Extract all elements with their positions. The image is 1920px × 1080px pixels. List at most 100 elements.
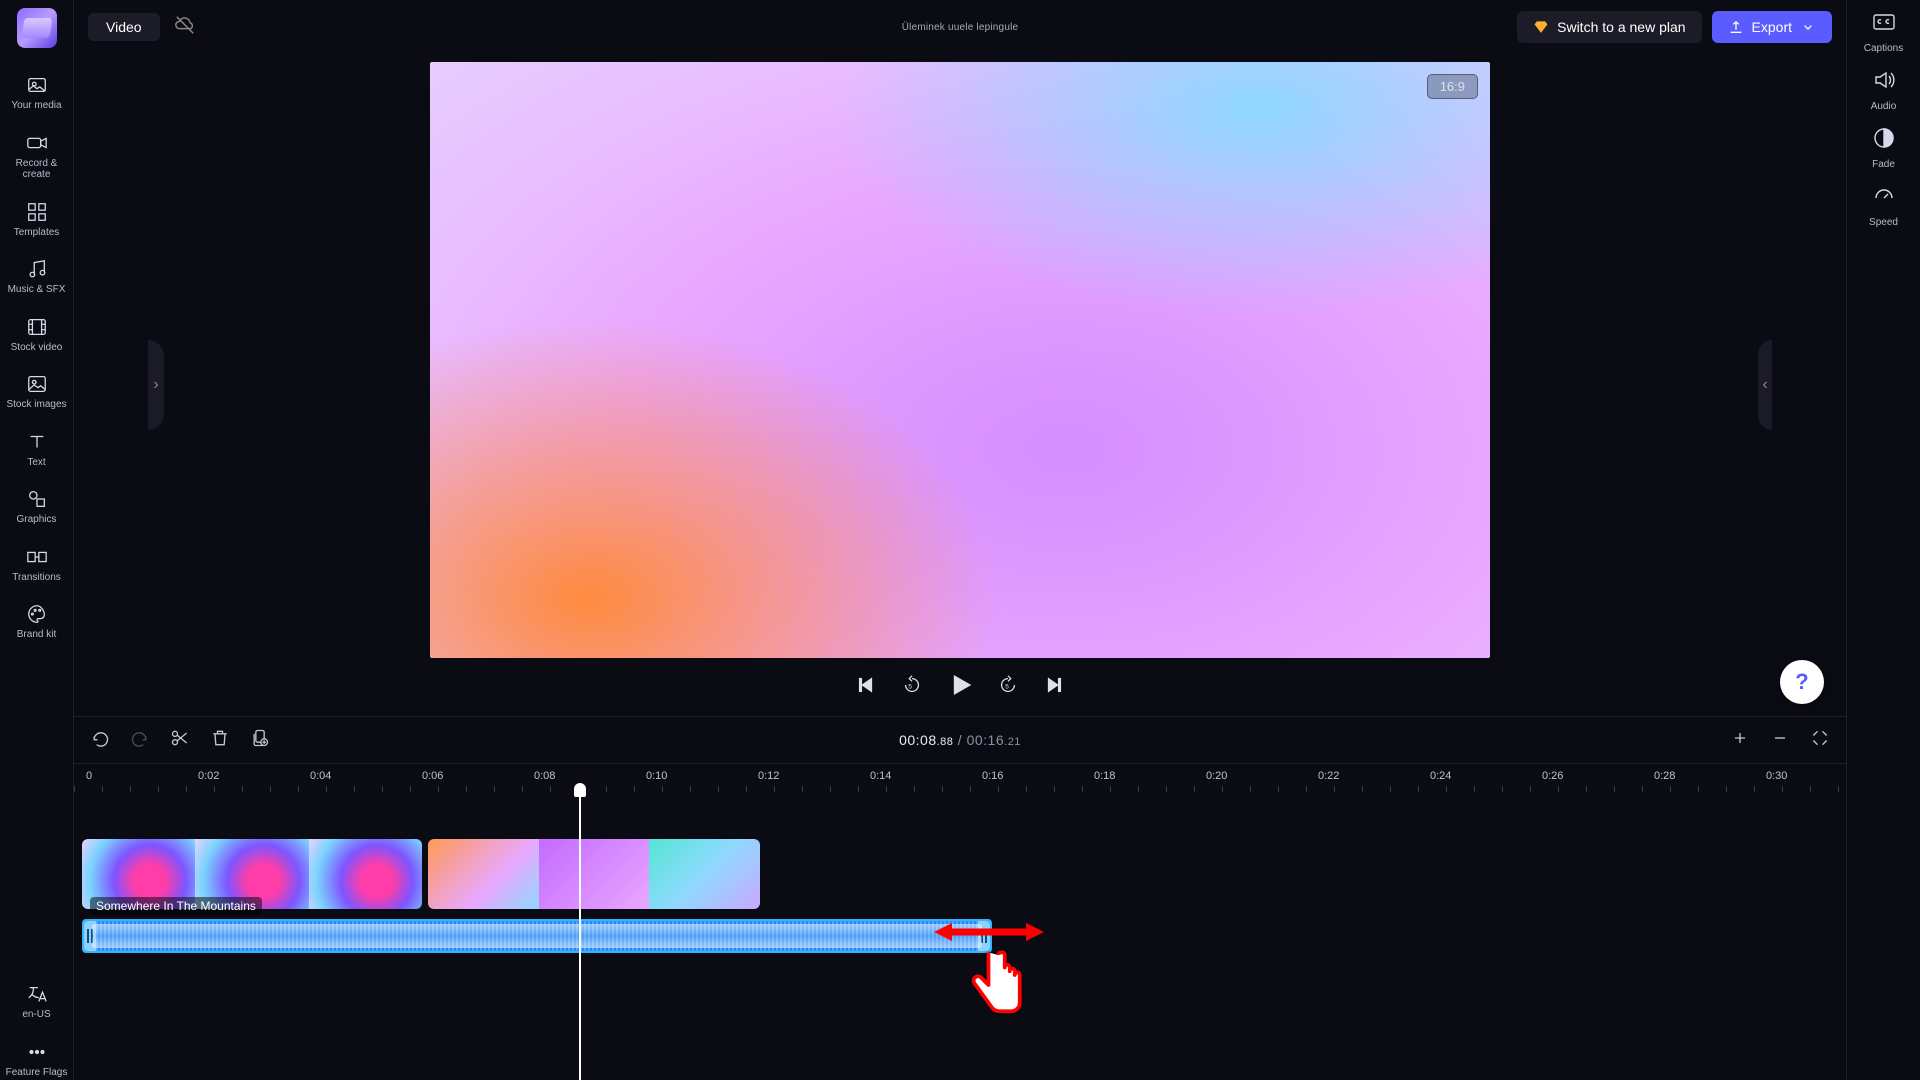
image-icon — [26, 373, 48, 395]
fade-icon — [1872, 126, 1896, 155]
panel-label: Fade — [1872, 159, 1895, 170]
zoom-out-button[interactable] — [1770, 728, 1790, 753]
sidebar-item-label: Transitions — [12, 572, 61, 584]
redo-button[interactable] — [130, 728, 150, 753]
sidebar-item-graphics[interactable]: Graphics — [1, 480, 73, 534]
ruler-tick: 0:04 — [310, 770, 331, 782]
skip-end-button[interactable] — [1043, 674, 1065, 701]
sidebar-item-label: en-US — [22, 1009, 50, 1021]
svg-text:5: 5 — [1005, 683, 1009, 690]
timeline-ruler[interactable]: 00:020:040:060:080:100:120:140:160:180:2… — [74, 763, 1846, 791]
clip-thumbnail — [309, 839, 422, 909]
annotation-hand-cursor-icon — [966, 950, 1026, 1030]
undo-button[interactable] — [90, 728, 110, 753]
ruler-tick: 0:06 — [422, 770, 443, 782]
speed-panel-toggle[interactable]: Speed — [1848, 184, 1920, 228]
sidebar-item-stock-images[interactable]: Stock images — [1, 365, 73, 419]
sidebar-item-stock-video[interactable]: Stock video — [1, 308, 73, 362]
ruler-tick: 0:26 — [1542, 770, 1563, 782]
sidebar-item-label: Text — [27, 457, 45, 469]
video-clip-2[interactable] — [428, 839, 760, 909]
sidebar-item-label: Stock images — [6, 399, 66, 411]
project-title[interactable]: Üleminek uuele lepingule — [902, 22, 1019, 33]
skip-forward-button[interactable]: 5 — [997, 674, 1019, 701]
chevron-down-icon — [1800, 19, 1816, 35]
panel-label: Speed — [1869, 217, 1898, 228]
sidebar-item-label: Graphics — [16, 514, 56, 526]
expand-right-panel-tab[interactable]: ‹ — [1758, 340, 1772, 430]
text-icon — [26, 431, 48, 453]
skip-back-button[interactable]: 5 — [901, 674, 923, 701]
right-sidebar: Captions Audio Fade Speed — [1846, 0, 1920, 1080]
topbar: Video Üleminek uuele lepingule Switch to… — [74, 0, 1846, 54]
split-button[interactable] — [170, 728, 190, 753]
ruler-tick: 0:18 — [1094, 770, 1115, 782]
transport-controls: 5 5 — [74, 658, 1846, 716]
ruler-tick: 0:10 — [646, 770, 667, 782]
panel-label: Audio — [1871, 101, 1897, 112]
sidebar-item-locale[interactable]: en-US — [1, 975, 73, 1029]
clip-thumbnail — [539, 839, 650, 909]
palette-icon — [26, 603, 48, 625]
sidebar-item-text[interactable]: Text — [1, 423, 73, 477]
sidebar-item-label: Brand kit — [17, 629, 56, 641]
expand-left-panel-tab[interactable]: › — [148, 340, 164, 430]
switch-plan-button[interactable]: Switch to a new plan — [1517, 11, 1701, 43]
transitions-icon — [26, 546, 48, 568]
audio-panel-toggle[interactable]: Audio — [1848, 68, 1920, 112]
diamond-icon — [1533, 19, 1549, 35]
delete-button[interactable] — [210, 728, 230, 753]
sidebar-item-label: Record & create — [1, 158, 73, 181]
audio-trim-handle-left[interactable] — [84, 921, 96, 951]
clip-thumbnail — [428, 839, 539, 909]
preview-stage: › ‹ 16:9 5 5 ? ⌄ — [74, 54, 1846, 716]
annotation-resize-arrow — [934, 917, 1044, 952]
sidebar-item-label: Templates — [14, 227, 60, 239]
skip-start-button[interactable] — [855, 674, 877, 701]
sidebar-item-label: Your media — [11, 100, 61, 112]
playhead[interactable] — [579, 791, 581, 1080]
media-icon — [26, 74, 48, 96]
ruler-tick: 0:22 — [1318, 770, 1339, 782]
ruler-tick: 0:24 — [1430, 770, 1451, 782]
play-button[interactable] — [947, 672, 973, 703]
sidebar-item-feature-flags[interactable]: Feature Flags — [1, 1033, 73, 1080]
help-button[interactable]: ? — [1780, 660, 1824, 704]
aspect-ratio-selector[interactable]: 16:9 — [1427, 74, 1478, 99]
upload-icon — [1728, 19, 1744, 35]
timeline-panel: 00:08.88 / 00:16.21 00:020:040:060:080:1… — [74, 716, 1846, 1080]
ruler-tick: 0:14 — [870, 770, 891, 782]
sidebar-item-your-media[interactable]: Your media — [1, 66, 73, 120]
timeline-tracks: Somewhere In The Mountains — [74, 791, 1846, 1080]
captions-panel-toggle[interactable]: Captions — [1848, 10, 1920, 54]
language-icon — [26, 983, 48, 1005]
templates-icon — [26, 201, 48, 223]
audio-clip[interactable] — [82, 919, 992, 953]
sidebar-item-label: Stock video — [11, 342, 63, 354]
sidebar-item-templates[interactable]: Templates — [1, 193, 73, 247]
export-button[interactable]: Export — [1712, 11, 1832, 43]
sidebar-item-transitions[interactable]: Transitions — [1, 538, 73, 592]
ruler-tick: 0:16 — [982, 770, 1003, 782]
ruler-tick: 0:30 — [1766, 770, 1787, 782]
duplicate-button[interactable] — [250, 728, 270, 753]
sidebar-item-music-sfx[interactable]: Music & SFX — [1, 250, 73, 304]
ruler-tick: 0:12 — [758, 770, 779, 782]
ruler-tick: 0:02 — [198, 770, 219, 782]
more-icon — [26, 1041, 48, 1063]
zoom-in-button[interactable] — [1730, 728, 1750, 753]
sidebar-item-brand-kit[interactable]: Brand kit — [1, 595, 73, 649]
ruler-tick: 0 — [86, 770, 92, 782]
sidebar-item-record-create[interactable]: Record & create — [1, 124, 73, 189]
zoom-fit-button[interactable] — [1810, 728, 1830, 753]
project-type-chip[interactable]: Video — [88, 13, 160, 41]
cc-icon — [1872, 10, 1896, 39]
video-track — [82, 839, 1838, 909]
clip-thumbnail — [649, 839, 760, 909]
preview-canvas[interactable] — [430, 62, 1490, 658]
ruler-tick: 0:28 — [1654, 770, 1675, 782]
fade-panel-toggle[interactable]: Fade — [1848, 126, 1920, 170]
app-logo[interactable] — [17, 8, 57, 48]
cloud-sync-off-icon[interactable] — [174, 14, 196, 41]
sidebar-item-label: Music & SFX — [8, 284, 66, 296]
